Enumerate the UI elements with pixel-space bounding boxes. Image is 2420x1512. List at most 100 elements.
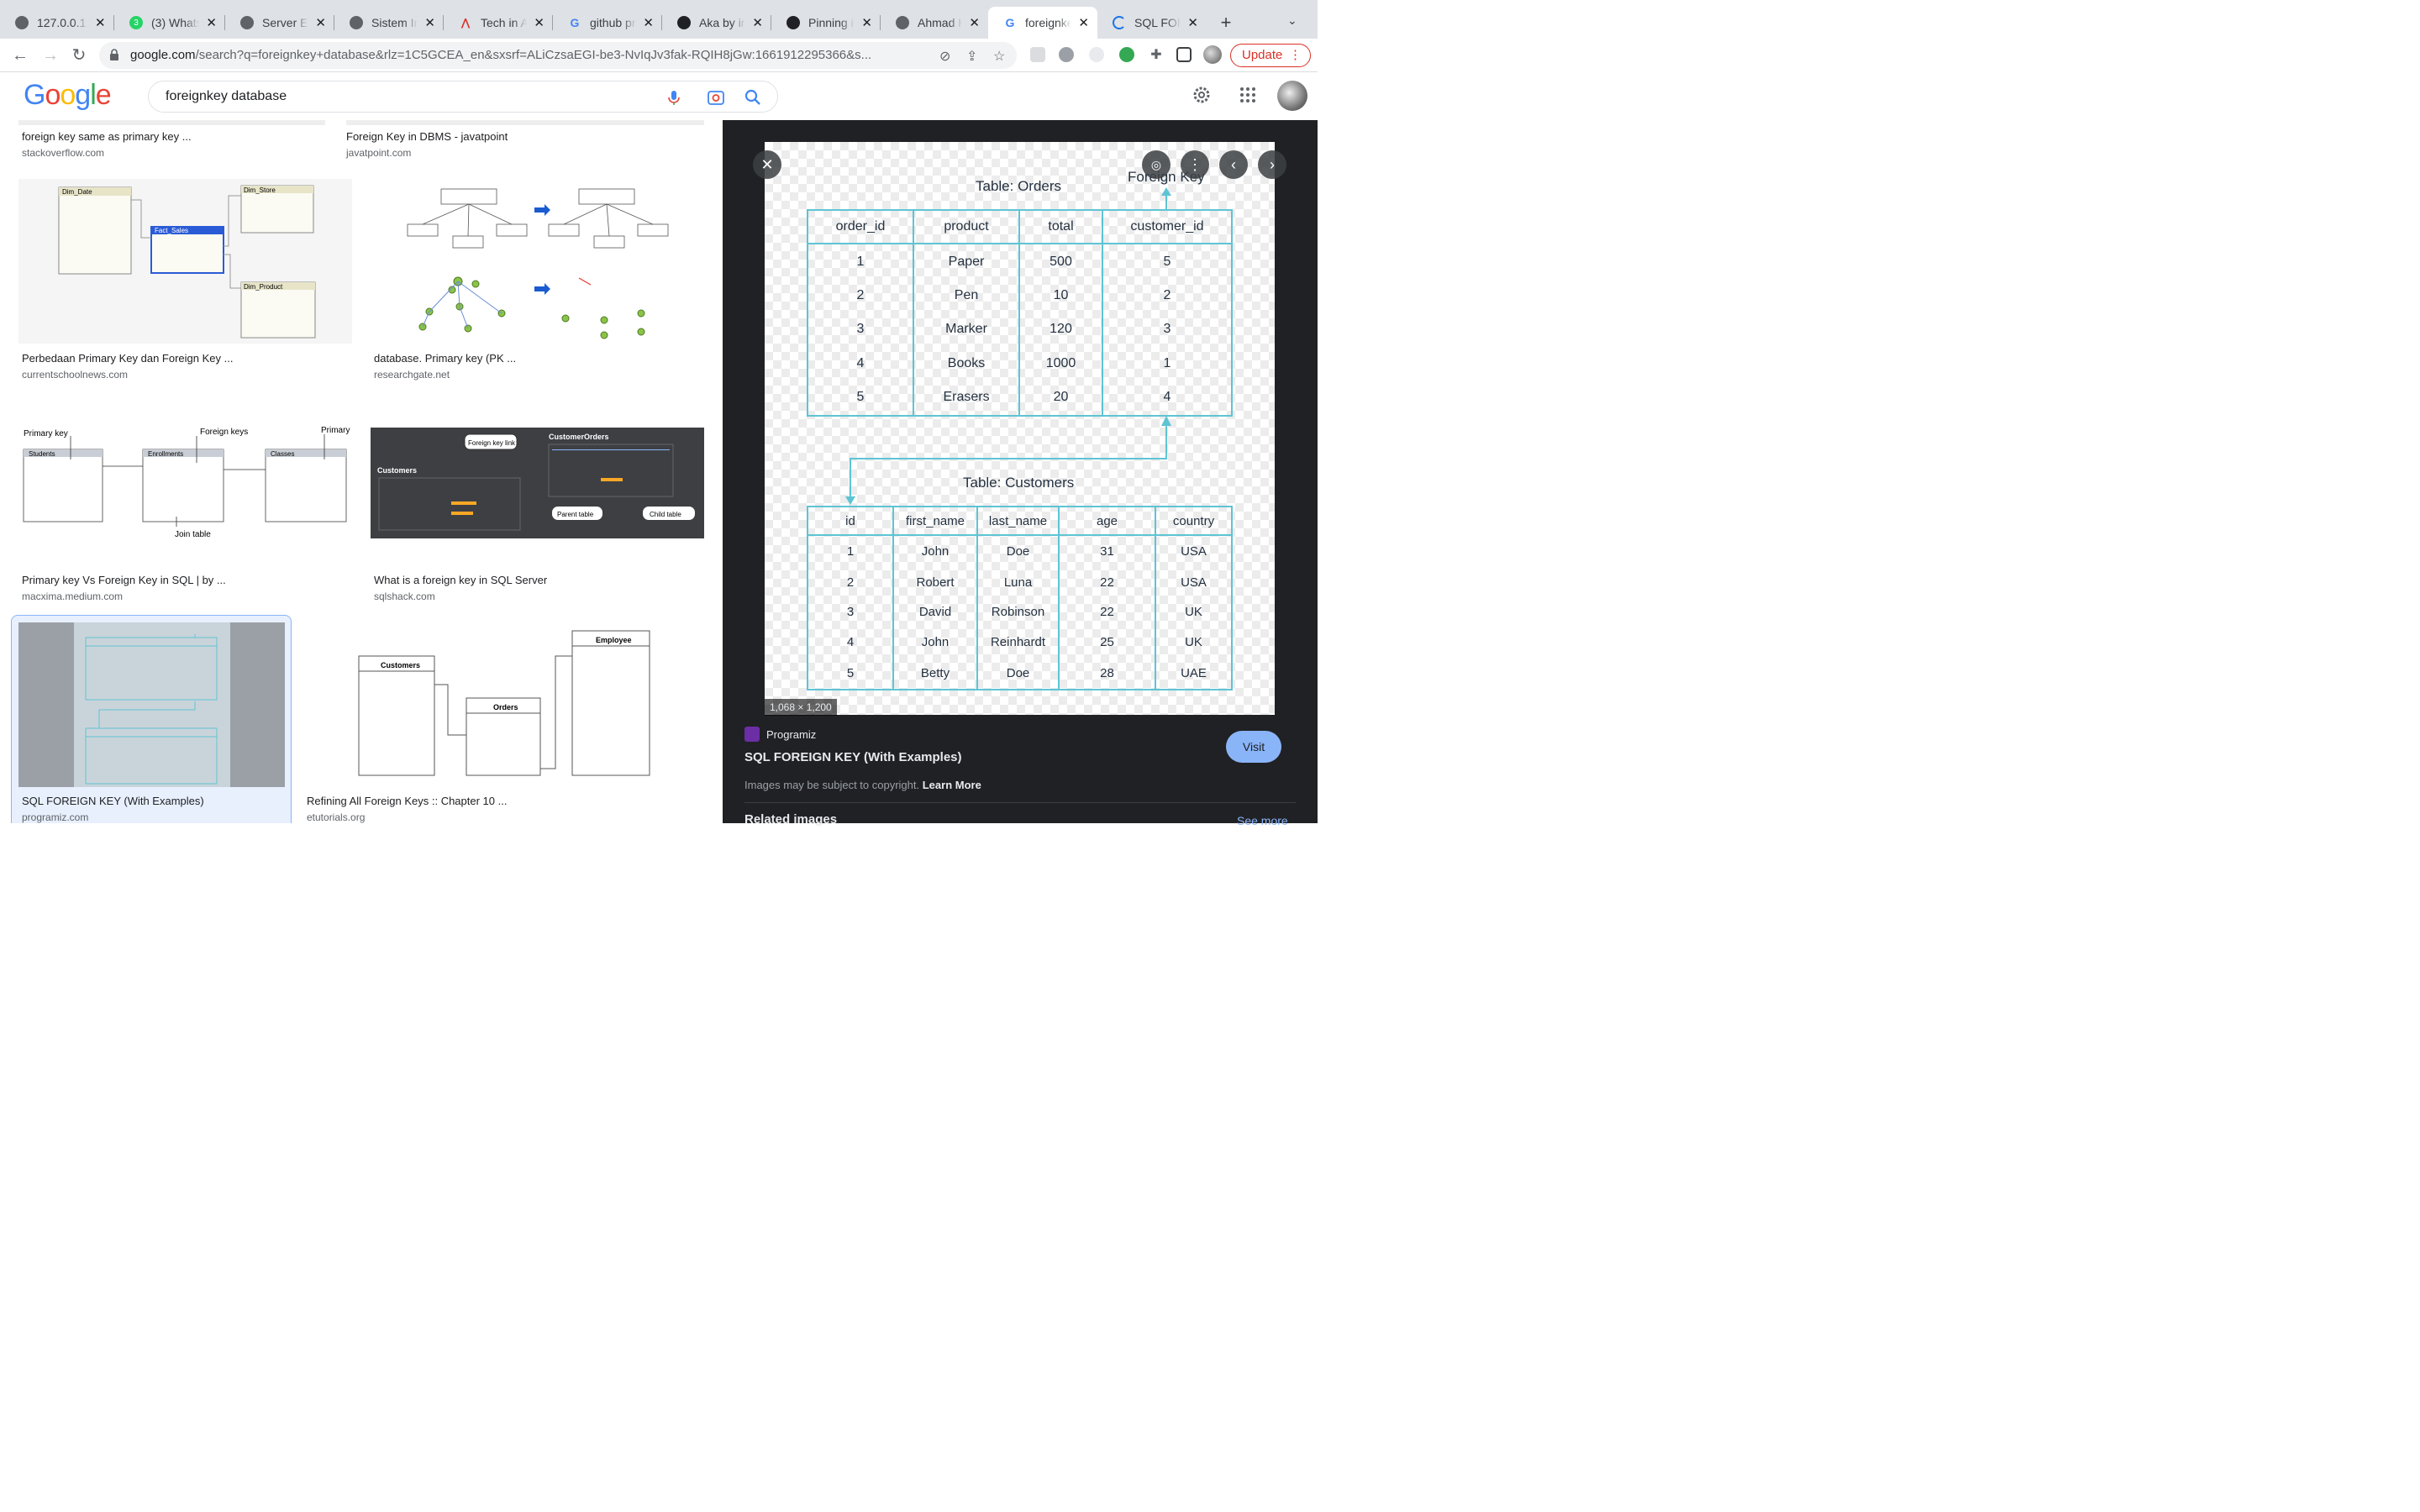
thumb-label: Customers [381,661,420,669]
browser-tab[interactable]: Server Error ✕ [225,7,334,39]
update-button[interactable]: Update ⋮ [1230,44,1311,67]
orders-header: order_id [808,210,913,244]
thumb-label: Foreign keys [200,428,248,437]
see-more-link[interactable]: See more [1237,814,1288,827]
close-icon[interactable]: ✕ [752,15,763,30]
close-icon[interactable]: ✕ [95,15,106,30]
account-avatar[interactable] [1277,81,1307,111]
browser-tab[interactable]: Aka by iru ✕ [662,7,771,39]
browser-tab[interactable]: 127.0.0.1: ✕ [0,7,114,39]
search-box[interactable]: foreignkey database [148,81,778,113]
tab-search-icon[interactable]: ⌄ [1287,13,1297,28]
learn-more-link[interactable]: Learn More [923,779,981,791]
orders-cell: 4 [1102,380,1232,416]
eye-off-icon[interactable]: ⊘ [939,48,950,65]
result-caption[interactable]: Perbedaan Primary Key dan Foreign Key ..… [22,352,233,365]
visit-button[interactable]: Visit [1226,731,1281,763]
profile-avatar[interactable] [1203,45,1222,64]
preview-title[interactable]: SQL FOREIGN KEY (With Examples) [744,750,962,764]
new-tab-button[interactable]: + [1215,12,1237,34]
result-source[interactable]: etutorials.org [307,811,365,823]
reload-icon[interactable]: ↻ [69,45,89,66]
browser-tab[interactable]: SQL FORE ✕ [1097,7,1207,39]
close-icon[interactable]: ✕ [424,15,435,30]
extension-icon[interactable] [1089,47,1104,62]
more-options-icon[interactable]: ⋮ [1181,150,1209,179]
browser-tab[interactable]: Ahmad Kh ✕ [881,7,988,39]
customers-cell: Luna [976,567,1059,598]
close-preview-icon[interactable]: ✕ [753,150,781,179]
browser-tab[interactable]: 3 (3) WhatsApp ✕ [114,7,225,39]
result-caption[interactable]: What is a foreign key in SQL Server [374,574,547,586]
lens-search-icon[interactable]: ◎ [1142,150,1171,179]
whatsapp-icon: 3 [129,16,143,29]
sidepanel-icon[interactable] [1176,47,1192,62]
result-caption[interactable]: Foreign Key in DBMS - javatpoint [346,130,508,143]
result-thumbnail[interactable] [18,120,325,125]
result-source[interactable]: programiz.com [22,811,88,823]
next-image-icon[interactable]: › [1258,150,1286,179]
result-thumbnail[interactable]: Customers CustomerOrders Foreign key lin… [371,428,704,538]
share-icon[interactable]: ⇪ [966,48,977,65]
previous-image-icon[interactable]: ‹ [1219,150,1248,179]
search-icon[interactable] [744,88,762,107]
close-icon[interactable]: ✕ [1187,15,1198,30]
customers-cell: UAE [1155,657,1232,690]
extension-globe-icon[interactable] [1059,47,1074,62]
globe-icon [350,16,363,29]
result-caption[interactable]: foreign key same as primary key ... [22,130,192,143]
close-icon[interactable]: ✕ [861,15,872,30]
back-icon[interactable]: ← [10,45,30,66]
result-thumbnail[interactable]: Customers Orders Employee [303,622,704,787]
browser-toolbar: ← → ↻ google.com/search?q=foreignkey+dat… [0,39,1318,72]
customers-cell: Doe [976,657,1059,690]
customers-header: age [1058,507,1155,536]
result-source[interactable]: macxima.medium.com [22,591,123,602]
result-caption[interactable]: Refining All Foreign Keys :: Chapter 10 … [307,795,507,807]
apps-grid-icon[interactable] [1238,85,1258,105]
close-icon[interactable]: ✕ [1078,15,1089,30]
close-icon[interactable]: ✕ [969,15,980,30]
close-icon[interactable]: ✕ [643,15,654,30]
result-source[interactable]: researchgate.net [374,369,450,381]
address-bar[interactable]: google.com/search?q=foreignkey+database&… [99,42,1017,69]
browser-tab[interactable]: Sistem Inf ✕ [334,7,444,39]
result-caption[interactable]: database. Primary key (PK ... [374,352,516,365]
customers-cell: 5 [846,665,855,680]
result-thumbnail[interactable] [18,622,285,787]
result-thumbnail[interactable]: Primary key Foreign keys Primary key Joi… [18,401,352,565]
forward-icon[interactable]: → [40,45,60,66]
microphone-icon[interactable] [665,88,683,107]
result-source[interactable]: javatpoint.com [346,147,411,159]
browser-tab-active[interactable]: G foreignkey ✕ [988,7,1097,39]
google-logo[interactable]: Google [24,79,112,112]
puzzle-icon[interactable]: ✚ [1146,45,1166,66]
tab-title: Ahmad Kh [918,16,963,29]
search-input[interactable]: foreignkey database [166,89,287,104]
extension-icon[interactable] [1030,47,1045,62]
preview-image[interactable]: Table: Orders Foreign Key order_id produ… [765,142,1275,715]
browser-tab[interactable]: ⋀ Tech in As ✕ [444,7,553,39]
close-icon[interactable]: ✕ [315,15,326,30]
result-source[interactable]: currentschoolnews.com [22,369,128,381]
orders-cell: 1 [856,254,865,269]
customers-header: first_name [892,507,977,536]
sql-server-diagram-thumbnail: Customers CustomerOrders Foreign key lin… [377,433,695,531]
browser-tab[interactable]: Pinning it ✕ [771,7,881,39]
result-caption[interactable]: Primary key Vs Foreign Key in SQL | by .… [22,574,226,586]
source-site[interactable]: Programiz [744,727,816,742]
result-thumbnail[interactable] [371,179,704,344]
result-caption[interactable]: SQL FOREIGN KEY (With Examples) [22,795,204,807]
star-icon[interactable]: ☆ [993,48,1005,65]
settings-gear-icon[interactable] [1192,85,1212,105]
result-source[interactable]: sqlshack.com [374,591,435,602]
tab-title: foreignkey [1025,16,1072,29]
result-thumbnail[interactable] [346,120,704,125]
extension-icon[interactable] [1119,47,1134,62]
close-icon[interactable]: ✕ [206,15,217,30]
result-source[interactable]: stackoverflow.com [22,147,104,159]
close-icon[interactable]: ✕ [534,15,544,30]
result-thumbnail[interactable]: Dim_Date Fact_Sales Dim_Store Dim_Produc… [18,179,352,344]
browser-tab[interactable]: G github pro ✕ [553,7,662,39]
lens-camera-icon[interactable] [707,88,725,107]
